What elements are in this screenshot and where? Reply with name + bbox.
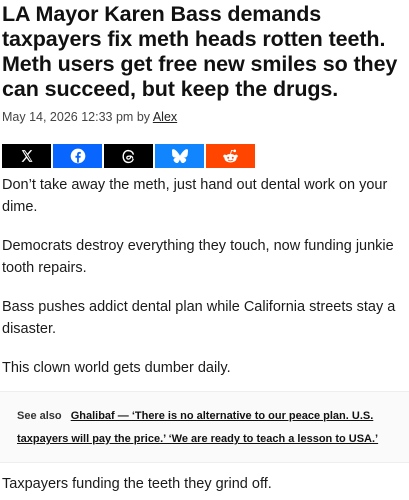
facebook-icon	[70, 148, 85, 164]
article-headline: LA Mayor Karen Bass demands taxpayers fi…	[2, 2, 398, 101]
article-paragraph: This clown world gets dumber daily.	[2, 360, 231, 376]
share-facebook-button[interactable]	[53, 144, 102, 168]
see-also-link[interactable]: Ghalibaf — ‘There is no alternative to o…	[17, 410, 378, 445]
bluesky-icon	[171, 149, 188, 163]
share-buttons	[2, 144, 409, 168]
publish-date: May 14, 2026 12:33 pm	[2, 110, 134, 124]
see-also-label: See also	[17, 410, 62, 422]
author-link[interactable]: Alex	[153, 110, 177, 124]
share-reddit-button[interactable]	[206, 144, 255, 168]
see-also-box: See also Ghalibaf — ‘There is no alterna…	[0, 391, 409, 463]
share-x-button[interactable]	[2, 144, 51, 168]
article-paragraph: Democrats destroy everything they touch,…	[2, 238, 394, 276]
reddit-icon	[223, 149, 238, 163]
article-meta: May 14, 2026 12:33 pm by Alex	[2, 109, 409, 125]
article: LA Mayor Karen Bass demands taxpayers fi…	[0, 0, 409, 379]
article-paragraph: Bass pushes addict dental plan while Cal…	[2, 299, 396, 337]
article-paragraph: Don’t take away the meth, just hand out …	[2, 177, 388, 215]
threads-icon	[122, 149, 134, 163]
article-body: Don’t take away the meth, just hand out …	[2, 174, 409, 379]
x-logo-icon	[21, 150, 33, 162]
byline-by: by	[136, 110, 151, 124]
share-threads-button[interactable]	[104, 144, 153, 168]
share-bluesky-button[interactable]	[155, 144, 204, 168]
article-paragraph: Taxpayers funding the teeth they grind o…	[2, 476, 272, 492]
